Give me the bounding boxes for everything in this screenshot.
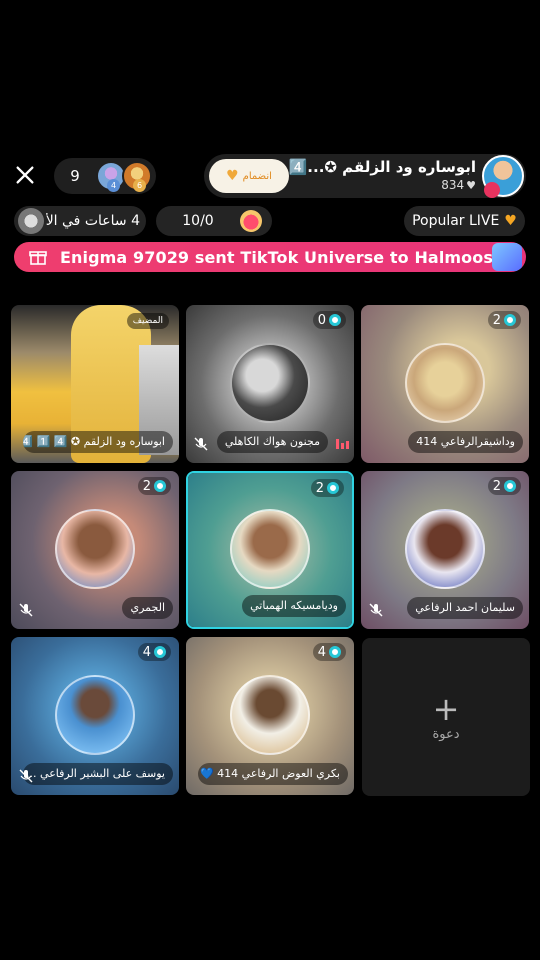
guest-avatar [55,675,135,755]
guest-tile[interactable]: 2 سليمان احمد الرفاعي [361,471,529,629]
heart-icon: ♥ [226,168,239,184]
guest-name: سليمان احمد الرفاعي [407,597,523,619]
count-value: 4 [317,644,326,660]
guest-tile-selected[interactable]: 2 وديامسيكه الهمباتي [186,471,354,629]
host-name: ابوساره ود الزلقم ✪...4️⃣ [288,158,476,176]
viewer-list[interactable]: 9 4 6 [54,158,156,194]
viewer-rank: 6 [133,179,146,192]
guest-avatar [230,509,310,589]
gift-banner[interactable]: Enigma 97029 sent TikTok Universe to Hal… [14,242,526,272]
coin-icon [154,480,166,492]
guest-count: 2 [487,477,521,495]
guest-count: 4 [312,643,346,661]
join-label: انضمام [242,170,272,182]
guest-avatar [230,343,310,423]
user-icon [18,208,44,234]
viewer-avatar[interactable]: 6 [122,161,152,192]
coin-icon [329,646,341,658]
guest-tile[interactable]: 0 مجنون هواك الكاهلي [186,305,354,463]
host-tag: المضيف [126,313,169,329]
invite-button[interactable]: + دعوة [362,638,530,796]
count-value: 2 [492,478,501,494]
guest-count: 2 [137,477,171,495]
gift-thumbnail [492,243,522,271]
close-button[interactable] [10,160,40,190]
coin-icon [329,314,341,326]
guest-count: 0 [312,311,346,329]
join-button[interactable]: ♥ انضمام [209,159,289,193]
host-likes: 834 ♥ [441,178,476,192]
coin-icon [154,646,166,658]
guest-count: 2 [310,479,344,497]
viewer-rank: 4 [107,179,120,192]
guest-name: مجنون هواك الكاهلي [216,431,328,453]
guest-avatar [55,509,135,589]
plus-icon: + [432,689,460,728]
guest-avatar [405,343,485,423]
guest-count: 2 [487,311,521,329]
invite-label: دعوة [432,726,460,742]
guest-name: الجمري [122,597,173,619]
guest-tile[interactable]: 2 الجمري [11,471,179,629]
host-info[interactable]: ♥ انضمام ابوساره ود الزلقم ✪...4️⃣ 834 ♥ [204,154,526,198]
popular-label: Popular LIVE [412,213,500,229]
mic-off-icon [19,769,33,783]
guest-name: وداشيقرالرفاعي 414 [408,431,523,453]
guest-avatar [405,509,485,589]
guest-tile[interactable]: 4 بكري العوض الرفاعي 414 💙 ... [186,637,354,795]
guest-avatar [230,675,310,755]
popular-live-badge[interactable]: Popular LIVE ♥ [404,206,525,236]
count-value: 2 [315,480,324,496]
guest-name: يوسف على البشير الرفاعي ... [23,763,173,785]
guest-tile[interactable]: 2 وداشيقرالرفاعي 414 [361,305,529,463]
viewer-count: 9 [70,167,80,185]
coin-icon [504,480,516,492]
hours-badge[interactable]: 4 ساعات في الأ [14,206,146,236]
hours-text: 4 ساعات في الأ [45,213,140,229]
ranking-text: 10/0 [182,213,214,229]
heart-icon: ♥ [504,213,517,229]
guest-tile[interactable]: 4 يوسف على البشير الرفاعي ... [11,637,179,795]
live-badge-icon [484,182,500,198]
coin-icon [327,482,339,494]
audio-level-icon [336,439,349,449]
count-value: 4 [142,644,151,660]
guest-name: بكري العوض الرفاعي 414 💙 ... [198,763,348,785]
coin-icon [504,314,516,326]
likes-count: 834 [441,178,465,192]
ranking-badge[interactable]: 10/0 [156,206,272,236]
gift-icon [28,248,48,266]
count-value: 2 [492,312,501,328]
mic-off-icon [194,437,208,451]
count-value: 0 [317,312,326,328]
guest-name: وديامسيكه الهمباتي [242,595,346,617]
close-icon [16,166,34,184]
ranking-icon [240,210,262,232]
guest-name: ابوساره ود الزلقم ✪ 4️⃣ 1️⃣ 4️⃣ ✪ [23,431,173,453]
mic-off-icon [19,603,33,617]
guest-count: 4 [137,643,171,661]
heart-icon: ♥ [466,178,476,192]
mic-off-icon [369,603,383,617]
guest-tile-host[interactable]: المضيف ابوساره ود الزلقم ✪ 4️⃣ 1️⃣ 4️⃣ ✪ [11,305,179,463]
banner-text: Enigma 97029 sent TikTok Universe to Hal… [60,247,506,267]
count-value: 2 [142,478,151,494]
